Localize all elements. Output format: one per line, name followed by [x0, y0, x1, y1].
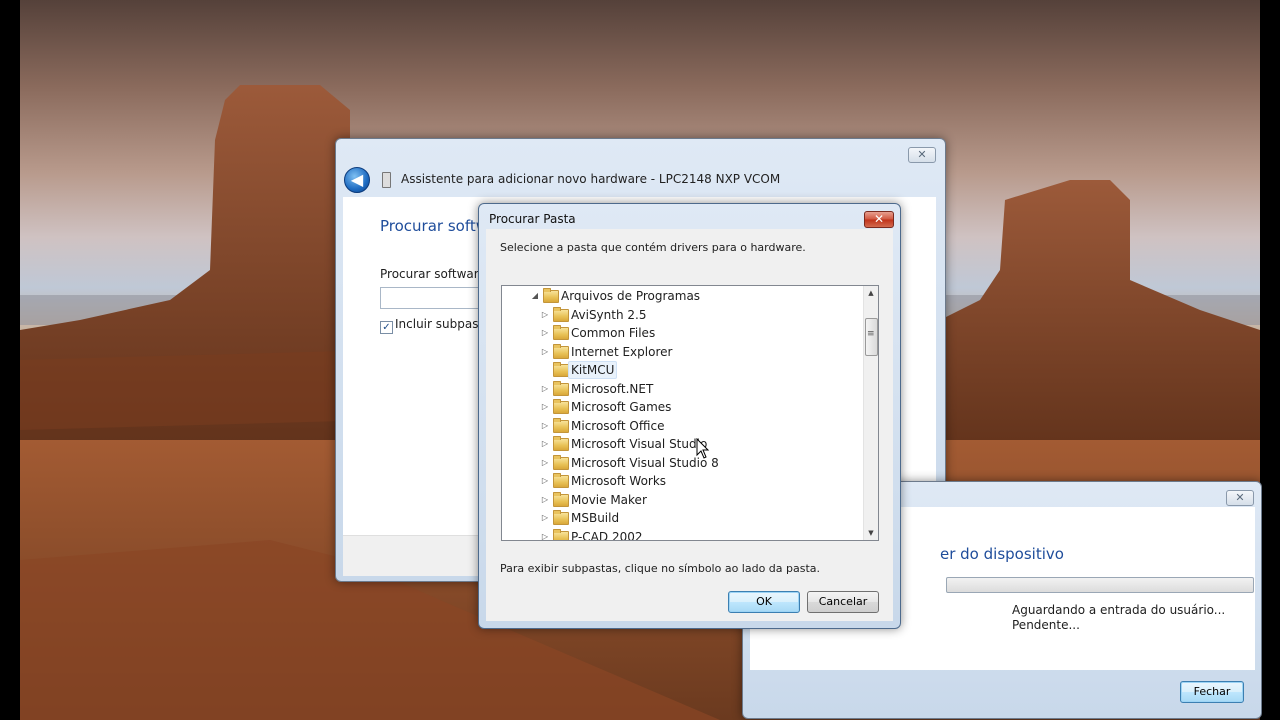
- progress-heading: er do dispositivo: [940, 545, 1064, 563]
- tree-item-label: P-CAD 2002: [571, 529, 643, 541]
- wizard-heading: Procurar softw: [380, 217, 489, 235]
- browse-folder-dialog: Procurar Pasta ✕ Selecione a pasta que c…: [478, 203, 901, 629]
- tree-item-label: Microsoft Works: [571, 474, 667, 488]
- folder-icon: [553, 417, 569, 433]
- tree-item[interactable]: ▷ AviSynth 2.5: [502, 306, 864, 324]
- expand-arrow-icon[interactable]: ▷: [540, 509, 550, 527]
- tree-item-label: Arquivos de Programas: [561, 289, 701, 303]
- tree-item-label: KitMCU: [568, 361, 618, 379]
- expand-arrow-icon[interactable]: ▷: [540, 380, 550, 398]
- scroll-down-icon[interactable]: ▼: [864, 526, 878, 540]
- include-subfolders-checkbox[interactable]: ✓: [380, 321, 393, 334]
- scroll-up-icon[interactable]: ▲: [864, 286, 878, 300]
- tree-item-label: Movie Maker: [571, 492, 647, 507]
- tree-item[interactable]: ▷ Movie Maker: [502, 491, 864, 509]
- folder-icon: [553, 436, 569, 451]
- expand-arrow-icon[interactable]: ▷: [540, 528, 550, 541]
- folder-icon: [553, 399, 569, 414]
- tree-item[interactable]: ▷ Common Files: [502, 324, 864, 342]
- tree-item-label: Microsoft Office: [571, 418, 665, 433]
- dialog-body: Selecione a pasta que contém drivers par…: [486, 229, 893, 621]
- progress-substatus: Pendente...: [1012, 618, 1080, 632]
- tree-item-label: Microsoft Visual Studio: [571, 437, 708, 451]
- ok-button[interactable]: OK: [728, 591, 800, 613]
- expand-arrow-icon[interactable]: ▷: [540, 306, 550, 324]
- expand-arrow-icon[interactable]: ▷: [540, 491, 550, 509]
- tree-item-label: Common Files: [571, 326, 656, 340]
- expand-arrow-icon[interactable]: ▷: [540, 343, 550, 361]
- expand-arrow-icon[interactable]: ▷: [540, 435, 550, 453]
- tree-item[interactable]: ◢ Arquivos de Programas: [502, 287, 864, 305]
- folder-icon: [543, 288, 559, 303]
- folder-icon: [553, 306, 569, 322]
- tree-item[interactable]: ▷ Microsoft Visual Studio: [502, 435, 864, 453]
- close-icon[interactable]: ✕: [864, 211, 894, 228]
- folder-icon: [553, 343, 569, 359]
- folder-icon: [553, 528, 569, 540]
- folder-icon: [553, 473, 569, 488]
- wizard-close-button[interactable]: ✕: [908, 147, 936, 163]
- folder-icon: [553, 362, 569, 377]
- expand-arrow-icon[interactable]: ▷: [540, 398, 550, 416]
- tree-item-label: Internet Explorer: [571, 344, 673, 359]
- tree-item-label: Microsoft Games: [571, 400, 672, 414]
- tree-item[interactable]: ▷ Microsoft Works: [502, 472, 864, 490]
- expand-arrow-icon[interactable]: ▷: [540, 417, 550, 435]
- folder-tree[interactable]: ◢ Arquivos de Programas ▷ AviSynth 2.5 ▷ Comm…: [501, 285, 879, 541]
- progress-close-button[interactable]: ✕: [1226, 490, 1254, 506]
- dialog-instruction: Selecione a pasta que contém drivers par…: [500, 241, 806, 254]
- tree-item[interactable]: ▷ Internet Explorer: [502, 343, 864, 361]
- cancel-button[interactable]: Cancelar: [807, 591, 879, 613]
- progress-bar: [946, 577, 1254, 593]
- folder-icon: [553, 510, 569, 525]
- hardware-device-icon: [382, 172, 391, 188]
- wizard-title: Assistente para adicionar novo hardware …: [401, 172, 781, 186]
- tree-item[interactable]: ▷ Microsoft Office: [502, 417, 864, 435]
- tree-item-label: AviSynth 2.5: [571, 307, 647, 322]
- back-arrow-icon[interactable]: ◀: [344, 167, 370, 193]
- collapse-arrow-icon[interactable]: ◢: [530, 287, 540, 305]
- tree-item[interactable]: ▷ Microsoft Visual Studio 8: [502, 454, 864, 472]
- scroll-thumb[interactable]: [865, 318, 878, 356]
- expand-arrow-icon[interactable]: ▷: [540, 324, 550, 342]
- tree-scrollbar[interactable]: ▲ ▼: [863, 286, 878, 540]
- close-button[interactable]: Fechar: [1180, 681, 1244, 703]
- expand-arrow-icon[interactable]: ▷: [540, 454, 550, 472]
- expand-arrow-icon[interactable]: ▷: [540, 472, 550, 490]
- tree-item[interactable]: KitMCU: [502, 361, 864, 379]
- tree-item[interactable]: ▷ MSBuild: [502, 509, 864, 527]
- tree-item-label: Microsoft.NET: [571, 381, 654, 396]
- dialog-hint: Para exibir subpastas, clique no símbolo…: [500, 562, 821, 575]
- progress-status: Aguardando a entrada do usuário...: [1012, 603, 1226, 617]
- folder-tree-items: ◢ Arquivos de Programas ▷ AviSynth 2.5 ▷ Comm…: [502, 286, 864, 540]
- folder-icon: [553, 380, 569, 396]
- tree-item[interactable]: ▷ P-CAD 2002: [502, 528, 864, 541]
- folder-icon: [553, 491, 569, 507]
- dialog-title: Procurar Pasta: [489, 212, 576, 226]
- tree-item[interactable]: ▷ Microsoft.NET: [502, 380, 864, 398]
- tree-item[interactable]: ▷ Microsoft Games: [502, 398, 864, 416]
- folder-icon: [553, 454, 569, 470]
- tree-item-label: MSBuild: [571, 511, 620, 525]
- folder-icon: [553, 325, 569, 340]
